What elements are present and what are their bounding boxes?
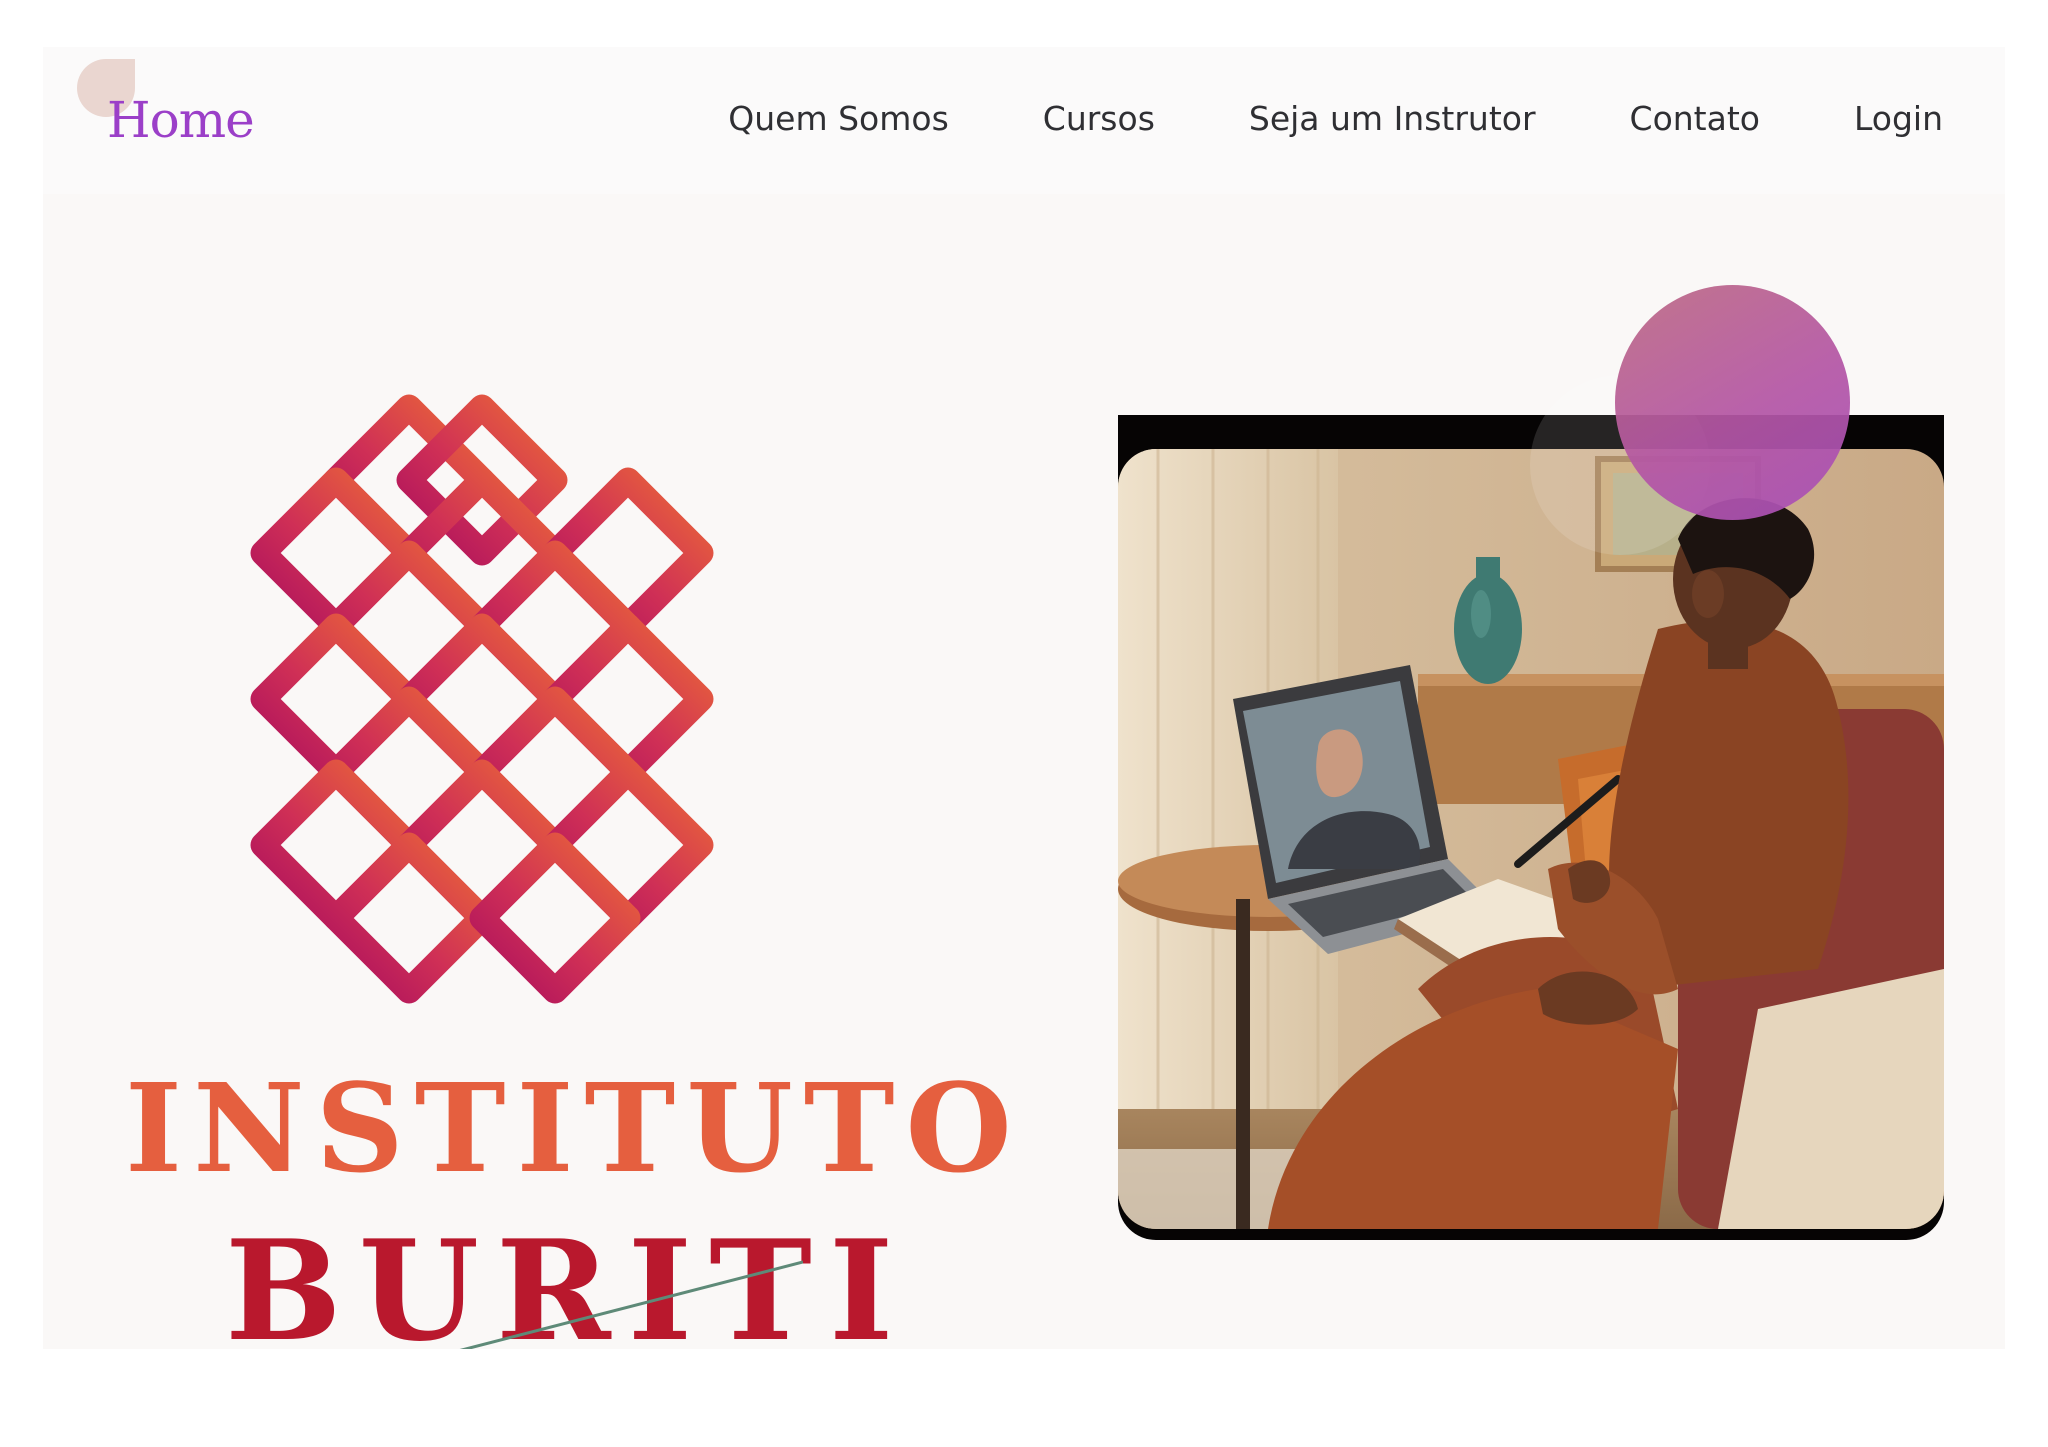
nav-link-seja-instrutor[interactable]: Seja um Instrutor — [1249, 99, 1536, 138]
nav-link-login[interactable]: Login — [1854, 99, 1943, 138]
site-page: Home Quem Somos Cursos Seja um Instrutor… — [43, 47, 2005, 1349]
top-navigation: Home Quem Somos Cursos Seja um Instrutor… — [43, 47, 2005, 194]
decorative-circle-icon — [1615, 285, 1850, 520]
decorative-line — [459, 1260, 803, 1349]
nav-link-contato[interactable]: Contato — [1630, 99, 1760, 138]
brand-name-line-1: INSTITUTO — [125, 1056, 1023, 1200]
home-link[interactable]: Home — [107, 91, 255, 149]
nav-link-cursos[interactable]: Cursos — [1043, 99, 1155, 138]
nav-menu: Quem Somos Cursos Seja um Instrutor Cont… — [728, 99, 1943, 138]
nav-link-quem-somos[interactable]: Quem Somos — [728, 99, 949, 138]
online-class-photo — [1118, 449, 1944, 1229]
lattice-logo-icon — [250, 394, 714, 1004]
hero-photo — [1118, 415, 1944, 1240]
